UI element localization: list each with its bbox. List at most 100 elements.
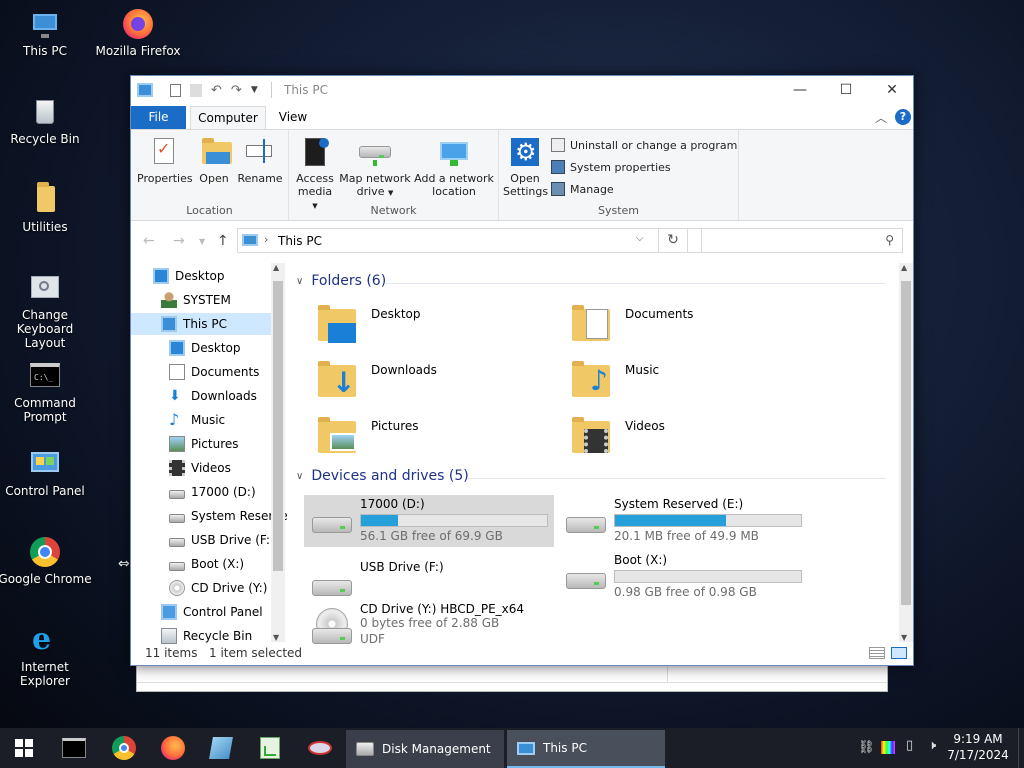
- close-button[interactable]: ✕: [869, 76, 915, 104]
- drive-item-system-reserved-e[interactable]: System Reserved (E:) 20.1 MB free of 49.…: [558, 495, 808, 547]
- taskbar-cmd-icon[interactable]: [58, 732, 90, 764]
- scroll-down-icon[interactable]: ▼: [273, 633, 279, 642]
- usb-drive-icon: [310, 572, 354, 600]
- nav-item[interactable]: Documents: [131, 361, 271, 383]
- taskbar-chrome-icon[interactable]: [108, 732, 140, 764]
- back-button[interactable]: ←: [143, 233, 155, 249]
- forward-button[interactable]: →: [173, 233, 185, 249]
- nav-pane-scrollbar[interactable]: ▲ ▼: [271, 263, 285, 642]
- nav-item[interactable]: System Reserve: [131, 505, 287, 527]
- taskbar-app-disk-management[interactable]: Disk Management: [346, 730, 504, 768]
- undo-icon[interactable]: ↶: [211, 83, 222, 98]
- scroll-down-icon[interactable]: ▼: [901, 633, 907, 642]
- uninstall-program-button[interactable]: Uninstall or change a program: [551, 138, 737, 152]
- nav-item[interactable]: This PC: [131, 313, 271, 335]
- folders-section-header[interactable]: ∨ Folders (6): [296, 273, 386, 289]
- taskbar-chart-app-icon[interactable]: [254, 732, 286, 764]
- taskbar-app-this-pc[interactable]: This PC: [507, 730, 665, 768]
- folder-item-desktop[interactable]: Desktop: [308, 297, 548, 349]
- taskbar-tool-icon[interactable]: [304, 732, 336, 764]
- desktop-icon-utilities[interactable]: Utilities: [0, 182, 93, 234]
- nav-item-label: Documents: [191, 365, 260, 379]
- tab-file[interactable]: File: [131, 106, 186, 129]
- tray-usb-icon[interactable]: ▯: [906, 738, 913, 753]
- breadcrumb[interactable]: This PC: [278, 234, 322, 248]
- nav-item[interactable]: USB Drive (F:): [131, 529, 275, 551]
- desktop-icon-this-pc[interactable]: This PC: [0, 8, 93, 58]
- refresh-button[interactable]: ↻: [658, 228, 688, 253]
- desktop-icon-firefox[interactable]: Mozilla Firefox: [90, 8, 186, 58]
- add-network-location-button[interactable]: Add a network location: [413, 136, 495, 198]
- tray-volume-muted-icon[interactable]: 🕨: [928, 738, 936, 753]
- quick-access-toolbar: ↶ ↷ ▼: [137, 82, 258, 98]
- up-button[interactable]: ↑: [217, 233, 229, 249]
- drive-item-cd-drive-y[interactable]: CD Drive (Y:) HBCD_PE_x64 0 bytes free o…: [304, 600, 554, 644]
- minimize-button[interactable]: —: [777, 76, 823, 104]
- open-button[interactable]: Open: [195, 136, 233, 185]
- new-folder-qat-icon[interactable]: [190, 83, 202, 97]
- nav-item[interactable]: SYSTEM: [131, 289, 271, 311]
- content-scrollbar[interactable]: ▲ ▼: [899, 263, 913, 642]
- redo-icon[interactable]: ↷: [231, 83, 242, 98]
- taskbar-firefox-icon[interactable]: [157, 732, 189, 764]
- details-view-icon[interactable]: [869, 647, 885, 659]
- tray-clock[interactable]: 9:19 AM 7/17/2024: [946, 731, 1010, 763]
- nav-item[interactable]: ♪ Music: [131, 409, 271, 431]
- nav-item[interactable]: ⬇ Downloads: [131, 385, 271, 407]
- desktop-icon-internet-explorer[interactable]: e Internet Explorer: [0, 624, 93, 689]
- tray-network-icon[interactable]: ⛓: [858, 740, 875, 756]
- nav-item[interactable]: Pictures: [131, 433, 271, 455]
- start-button[interactable]: [0, 728, 48, 768]
- drives-section-header[interactable]: ∨ Devices and drives (5): [296, 468, 469, 484]
- search-input[interactable]: ⚲: [701, 228, 903, 253]
- nav-item[interactable]: Control Panel: [131, 601, 271, 623]
- nav-item-label: Control Panel: [183, 605, 263, 619]
- drive-item-17000-d[interactable]: 17000 (D:) 56.1 GB free of 69.9 GB: [304, 495, 554, 547]
- tab-computer[interactable]: Computer: [190, 106, 266, 130]
- nav-item[interactable]: CD Drive (Y:) H: [131, 577, 280, 599]
- manage-button[interactable]: Manage: [551, 182, 614, 196]
- desktop-icon-command-prompt[interactable]: C:\_ Command Prompt: [0, 360, 93, 424]
- folder-icon: [29, 182, 61, 216]
- tray-display-icon[interactable]: [881, 741, 895, 754]
- address-dropdown-icon[interactable]: ⌵: [636, 233, 644, 244]
- properties-qat-icon[interactable]: [170, 83, 181, 97]
- properties-button[interactable]: ✓ Properties: [137, 136, 193, 185]
- map-network-drive-button[interactable]: Map network drive ▼: [337, 136, 413, 200]
- show-desktop-button[interactable]: [1018, 728, 1024, 768]
- folder-item-pictures[interactable]: Pictures: [308, 409, 548, 461]
- scroll-thumb[interactable]: [273, 281, 283, 571]
- open-settings-button[interactable]: ⚙ Open Settings: [503, 136, 548, 198]
- title-bar[interactable]: ↶ ↷ ▼ This PC — ☐ ✕: [131, 76, 913, 104]
- nav-item[interactable]: Desktop: [131, 265, 271, 287]
- folder-item-documents[interactable]: Documents: [562, 297, 802, 349]
- folder-item-downloads[interactable]: ↓ Downloads: [308, 353, 548, 405]
- drive-item-boot-x[interactable]: Boot (X:) 0.98 GB free of 0.98 GB: [558, 551, 808, 603]
- nav-item-label: Boot (X:): [191, 557, 245, 571]
- scroll-up-icon[interactable]: ▲: [273, 263, 279, 272]
- nav-item[interactable]: 17000 (D:): [131, 481, 271, 503]
- help-icon[interactable]: ?: [895, 109, 911, 125]
- tab-view[interactable]: View: [276, 106, 310, 129]
- nav-item[interactable]: Boot (X:): [131, 553, 271, 575]
- folder-item-music[interactable]: ♪ Music: [562, 353, 802, 405]
- chevron-down-icon[interactable]: ▼: [251, 85, 258, 95]
- desktop-icon-control-panel[interactable]: Control Panel: [0, 448, 93, 498]
- rename-button[interactable]: Rename: [235, 136, 285, 185]
- large-icons-view-icon[interactable]: [891, 647, 907, 659]
- access-media-button[interactable]: Access media ▼: [295, 136, 335, 213]
- scroll-up-icon[interactable]: ▲: [901, 263, 907, 272]
- recent-locations-chevron-icon[interactable]: ▼: [199, 237, 205, 246]
- scroll-thumb[interactable]: [901, 281, 911, 605]
- collapse-ribbon-icon[interactable]: ︿: [875, 109, 887, 126]
- maximize-button[interactable]: ☐: [823, 76, 869, 104]
- nav-item[interactable]: Desktop: [131, 337, 271, 359]
- music-icon: ♪: [169, 410, 180, 429]
- nav-item[interactable]: Videos: [131, 457, 271, 479]
- taskbar-notepad-icon[interactable]: [205, 732, 237, 764]
- desktop-icon-recycle-bin[interactable]: Recycle Bin: [0, 96, 93, 146]
- desktop-icon-change-keyboard-layout[interactable]: Change Keyboard Layout: [0, 272, 93, 350]
- folder-item-videos[interactable]: Videos: [562, 409, 802, 461]
- system-properties-button[interactable]: System properties: [551, 160, 671, 174]
- desktop-icon-google-chrome[interactable]: Google Chrome: [0, 536, 93, 586]
